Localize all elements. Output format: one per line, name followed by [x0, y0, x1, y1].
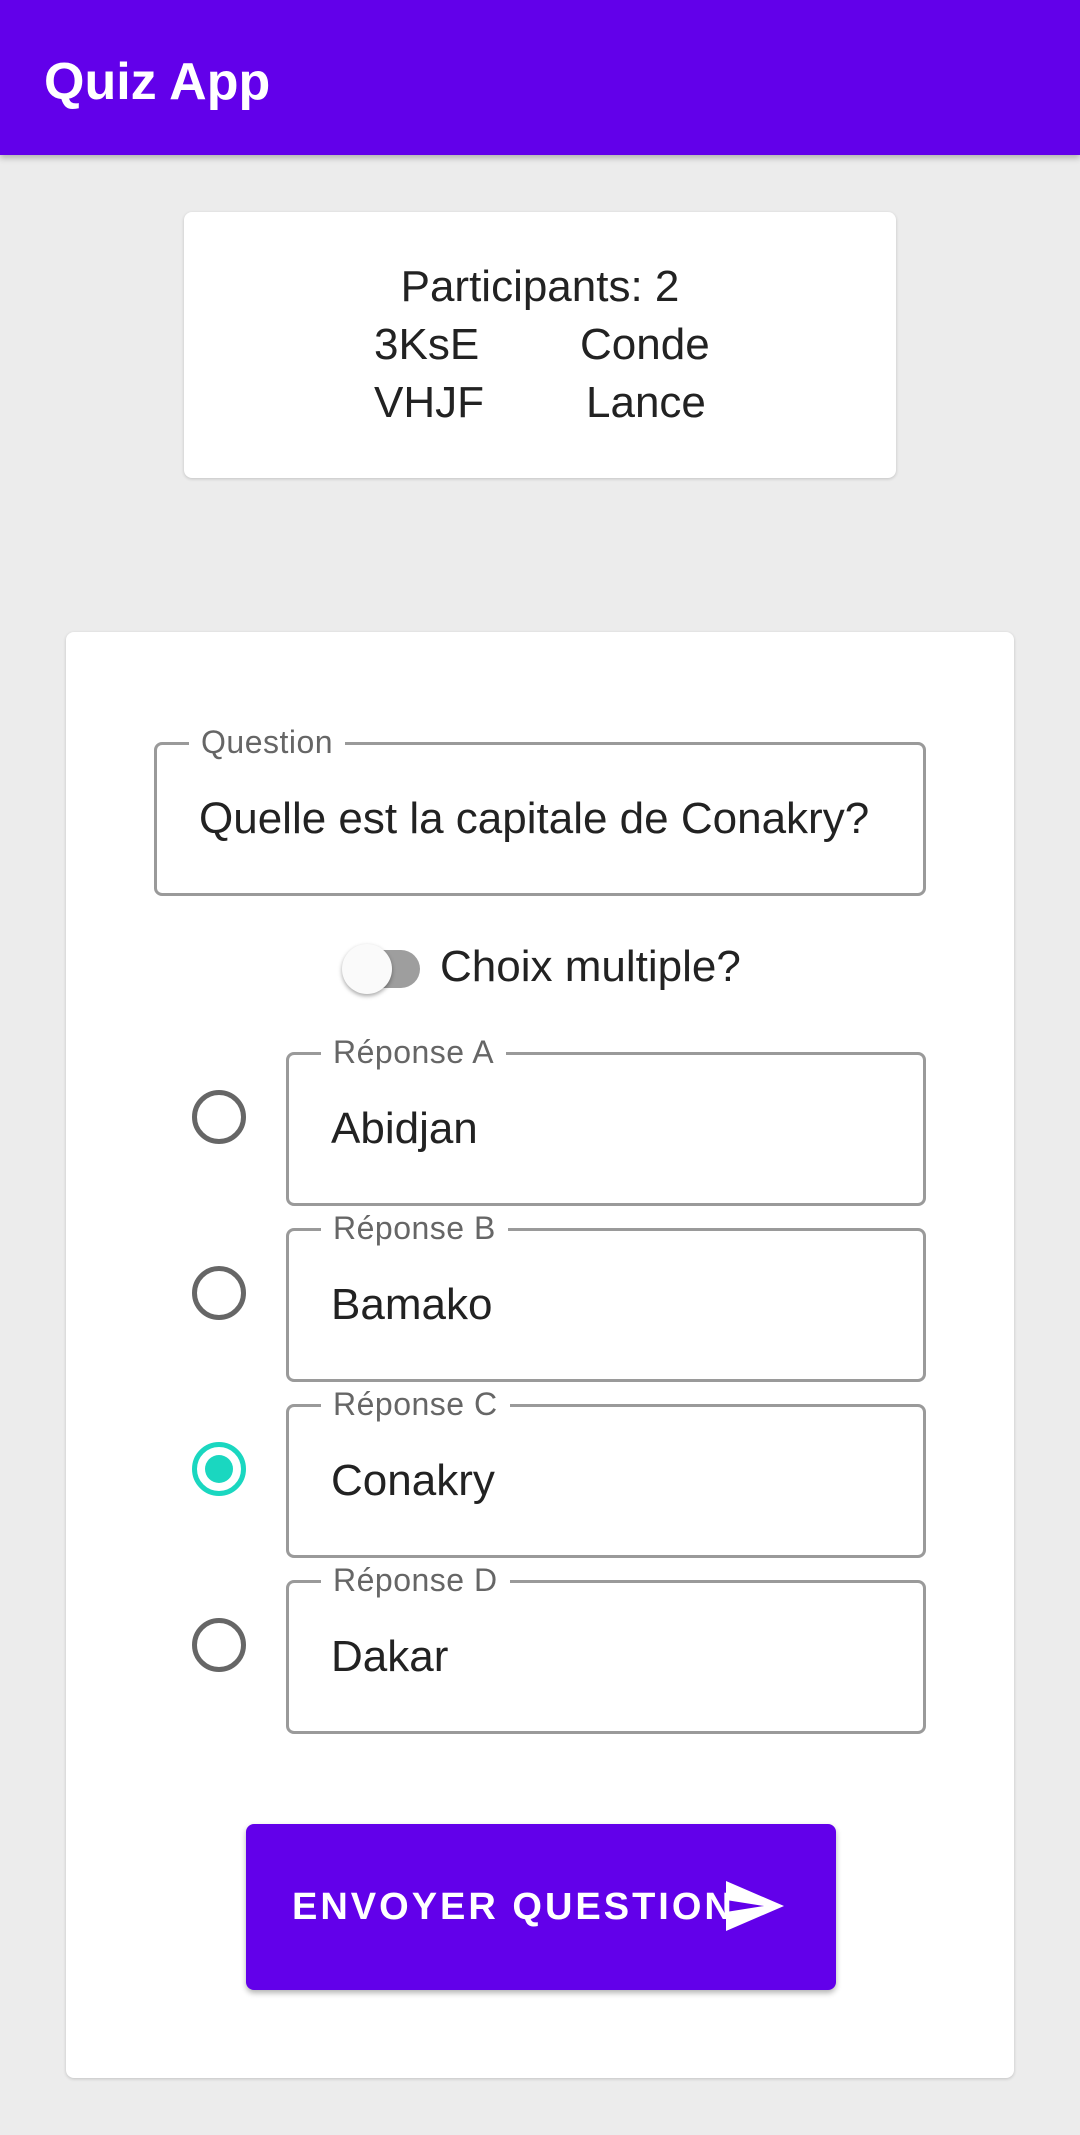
answer-b-field[interactable]: Réponse B Bamako [286, 1210, 926, 1382]
participant-row: 3KsE Conde [184, 320, 896, 376]
radio-selected-dot [205, 1455, 233, 1483]
answer-a-input[interactable]: Abidjan [331, 1055, 478, 1203]
participant-code: VHJF [374, 378, 484, 427]
answer-b-input[interactable]: Bamako [331, 1231, 492, 1379]
send-icon [726, 1881, 784, 1931]
participant-name: Conde [580, 320, 710, 369]
participant-code: 3KsE [374, 320, 480, 369]
answer-b-radio[interactable] [192, 1266, 246, 1320]
app-title: Quiz App [44, 53, 271, 111]
participants-count: Participants: 2 [400, 262, 680, 311]
answer-c-field[interactable]: Réponse C Conakry [286, 1386, 926, 1558]
participant-name: Lance [586, 378, 706, 427]
answer-d-input[interactable]: Dakar [331, 1583, 448, 1731]
answer-a-field[interactable]: Réponse A Abidjan [286, 1034, 926, 1206]
send-question-label: ENVOYER QUESTION [292, 1885, 735, 1928]
participant-row: VHJF Lance [184, 378, 896, 434]
question-form-card: Question Quelle est la capitale de Conak… [66, 632, 1014, 2078]
question-input[interactable]: Quelle est la capitale de Conakry? [199, 745, 869, 893]
send-question-button[interactable]: ENVOYER QUESTION [246, 1824, 836, 1990]
answer-c-input[interactable]: Conakry [331, 1407, 495, 1555]
answer-a-radio[interactable] [192, 1090, 246, 1144]
participants-card: Participants: 2 3KsE Conde VHJF Lance [184, 212, 896, 478]
multiple-choice-switch-thumb[interactable] [342, 944, 392, 994]
answer-c-radio[interactable] [192, 1442, 246, 1496]
answer-d-field[interactable]: Réponse D Dakar [286, 1562, 926, 1734]
answer-d-radio[interactable] [192, 1618, 246, 1672]
question-field[interactable]: Question Quelle est la capitale de Conak… [154, 724, 926, 896]
multiple-choice-label: Choix multiple? [440, 942, 741, 991]
app-bar: Quiz App [0, 0, 1080, 155]
